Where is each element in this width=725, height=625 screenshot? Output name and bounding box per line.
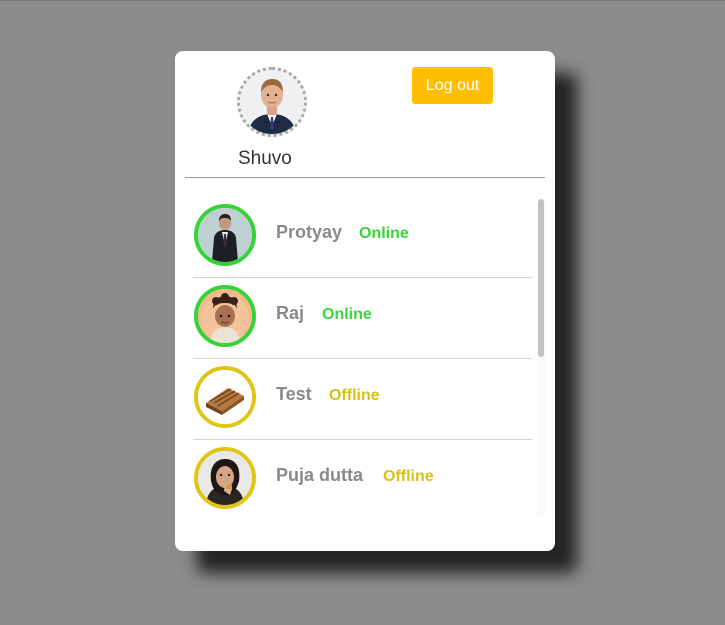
logout-button[interactable]: Log out (412, 67, 493, 104)
contact-status-offline: Offline (383, 468, 434, 485)
contact-name: Puja dutta (276, 465, 364, 485)
contact-list[interactable]: Protyay Online Raj Online Test Offline P… (193, 197, 545, 517)
wooden-crate-photo-icon (198, 370, 252, 424)
contact-avatar (194, 447, 256, 509)
chat-user-panel: Shuvo Log out Protyay Online Raj Online … (175, 51, 555, 551)
user-photo-icon (240, 70, 304, 134)
contact-row-raj[interactable]: Raj Online (193, 278, 532, 359)
scrollbar-track[interactable] (537, 199, 545, 517)
contact-row-puja-dutta[interactable]: Puja dutta Offline (193, 440, 532, 517)
child-photo-icon (198, 289, 252, 343)
contact-row-protyay[interactable]: Protyay Online (193, 197, 532, 278)
contact-name: Protyay (276, 222, 343, 242)
woman-photo-icon (198, 451, 252, 505)
window-top-border (0, 0, 725, 1)
contact-status-online: Online (359, 225, 409, 242)
man-in-suit-photo-icon (198, 208, 252, 262)
scrollbar-thumb[interactable] (538, 199, 544, 357)
contact-avatar (194, 285, 256, 347)
current-user-avatar (237, 67, 307, 137)
contact-name: Test (276, 384, 312, 404)
contact-row-test[interactable]: Test Offline (193, 359, 532, 440)
contact-name: Raj (276, 303, 305, 323)
contact-status-online: Online (322, 306, 372, 323)
header-divider (185, 177, 545, 178)
contact-status-offline: Offline (329, 387, 380, 404)
contact-avatar (194, 366, 256, 428)
current-user-name: Shuvo (238, 148, 292, 169)
contact-avatar (194, 204, 256, 266)
